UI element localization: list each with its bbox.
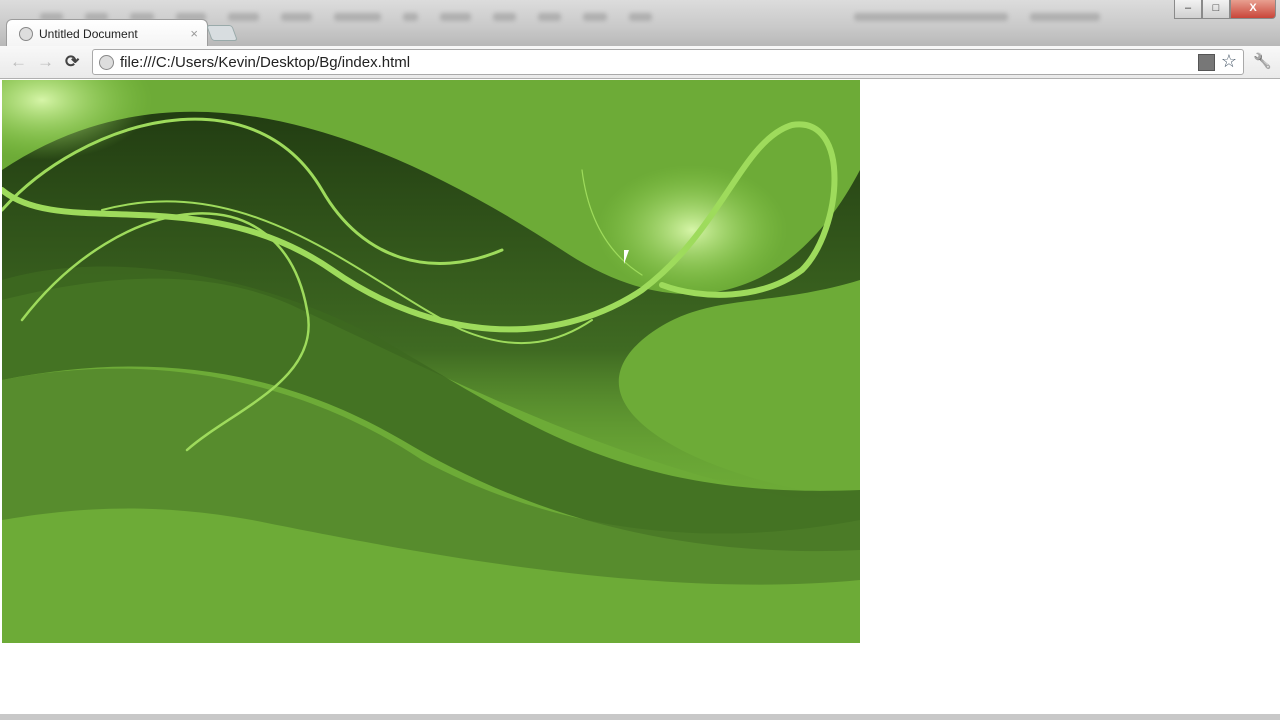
window-bottom-border — [0, 714, 1280, 720]
close-window-button[interactable]: X — [1230, 0, 1276, 19]
mouse-cursor-icon — [624, 250, 629, 264]
back-icon[interactable]: ← — [10, 52, 27, 72]
page-icon — [99, 54, 114, 70]
address-bar[interactable]: file:///C:/Users/Kevin/Desktop/Bg/index.… — [92, 49, 1244, 75]
tab-close-icon[interactable]: × — [190, 26, 198, 41]
reload-icon[interactable]: ⟳ — [65, 52, 79, 72]
green-background-image — [2, 80, 860, 643]
swirl-artwork — [2, 80, 860, 643]
new-tab-button[interactable] — [206, 25, 238, 41]
star-icon[interactable]: ☆ — [1221, 51, 1237, 72]
tab-untitled-document[interactable]: Untitled Document × — [6, 19, 208, 47]
globe-icon — [19, 26, 33, 41]
wrench-icon[interactable]: 🔧 — [1253, 52, 1272, 70]
extension-icon[interactable] — [1198, 54, 1215, 71]
maximize-button[interactable]: □ — [1202, 0, 1230, 19]
url-text[interactable]: file:///C:/Users/Kevin/Desktop/Bg/index.… — [120, 54, 410, 71]
forward-icon[interactable]: → — [37, 52, 54, 72]
tab-title: Untitled Document — [39, 26, 138, 41]
browser-toolbar: ← → ⟳ file:///C:/Users/Kevin/Desktop/Bg/… — [0, 46, 1280, 79]
minimize-button[interactable]: – — [1174, 0, 1202, 19]
